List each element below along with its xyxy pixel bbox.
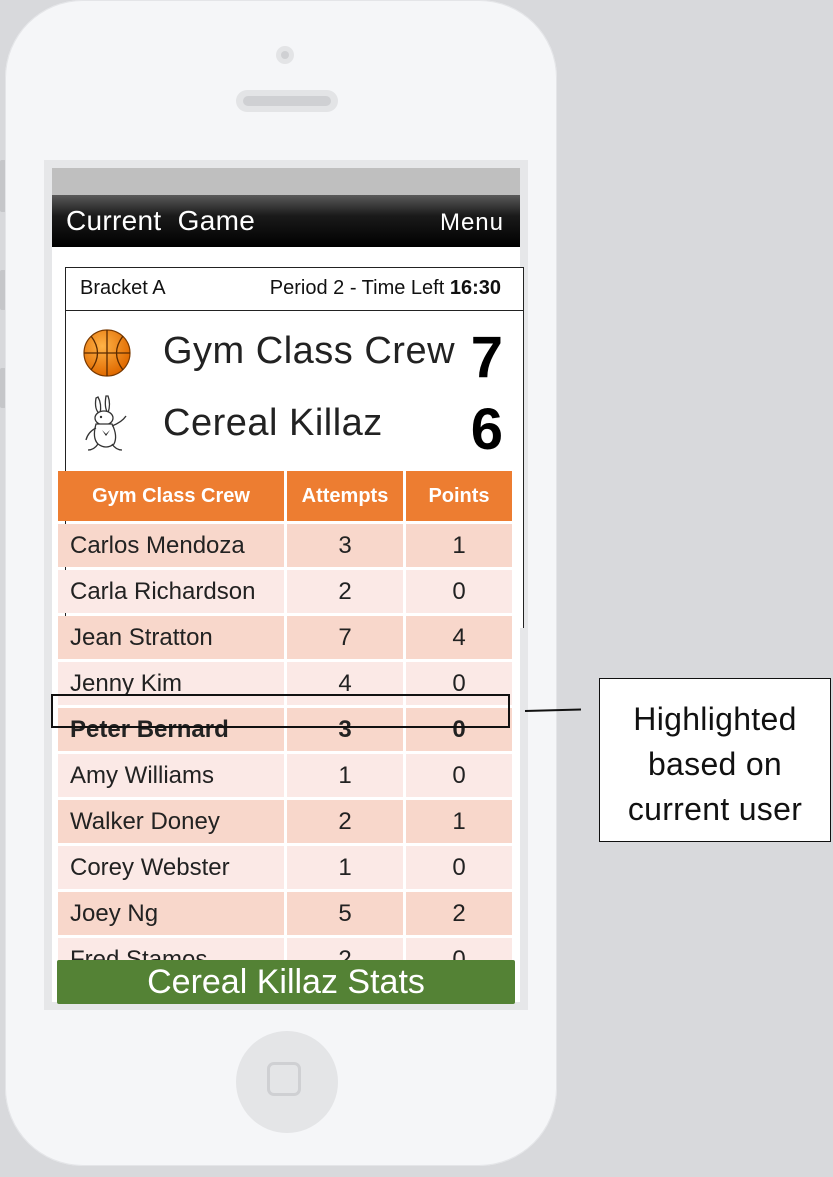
table-row[interactable]: Walker Doney 2 1	[58, 800, 512, 843]
home-team-score: 7	[470, 325, 503, 390]
points-value: 1	[406, 524, 512, 567]
team-row-away: Cereal Killaz 6	[66, 388, 523, 462]
table-row[interactable]: Joey Ng 5 2	[58, 892, 512, 935]
attempts-value: 1	[287, 754, 403, 797]
table-row-highlighted[interactable]: Peter Bernard 3 0	[58, 708, 512, 751]
home-square-icon	[267, 1062, 301, 1096]
time-left: 16:30	[449, 277, 501, 299]
status-bar	[52, 168, 520, 195]
callout-box: Highlighted based on current user	[599, 678, 831, 842]
attempts-value: 5	[287, 892, 403, 935]
menu-button[interactable]: Menu	[440, 209, 504, 237]
points-value: 0	[406, 846, 512, 889]
screen: Current Game Menu Bracket A Period 2 - T…	[44, 160, 528, 1010]
player-name: Joey Ng	[58, 892, 284, 935]
table-row[interactable]: Carlos Mendoza 3 1	[58, 524, 512, 567]
player-name: Peter Bernard	[58, 708, 284, 751]
attempts-value: 2	[287, 570, 403, 613]
attempts-value: 7	[287, 616, 403, 659]
game-info-bar: Bracket A Period 2 - Time Left 16:30	[66, 268, 523, 311]
player-name: Walker Doney	[58, 800, 284, 843]
table-row[interactable]: Amy Williams 1 0	[58, 754, 512, 797]
team-row-home: Gym Class Crew 7	[66, 316, 523, 390]
away-team-name: Cereal Killaz	[163, 402, 383, 444]
period-label: Period 2 - Time Left	[269, 277, 450, 299]
table-row[interactable]: Corey Webster 1 0	[58, 846, 512, 889]
attempts-value: 1	[287, 846, 403, 889]
table-row[interactable]: Jean Stratton 7 4	[58, 616, 512, 659]
away-team-score: 6	[470, 397, 503, 462]
speaker	[236, 90, 338, 112]
points-value: 0	[406, 662, 512, 705]
player-name: Jean Stratton	[58, 616, 284, 659]
column-header-attempts: Attempts	[287, 471, 403, 521]
column-header-points: Points	[406, 471, 512, 521]
table-row[interactable]: Carla Richardson 2 0	[58, 570, 512, 613]
player-name: Amy Williams	[58, 754, 284, 797]
camera	[276, 46, 294, 64]
column-header-team: Gym Class Crew	[58, 471, 284, 521]
attempts-value: 3	[287, 524, 403, 567]
player-name: Corey Webster	[58, 846, 284, 889]
player-name: Jenny Kim	[58, 662, 284, 705]
points-value: 1	[406, 800, 512, 843]
player-stats-table: Gym Class Crew Attempts Points Carlos Me…	[55, 468, 515, 984]
player-name: Carlos Mendoza	[58, 524, 284, 567]
points-value: 2	[406, 892, 512, 935]
attempts-value: 2	[287, 800, 403, 843]
attempts-value: 3	[287, 708, 403, 751]
period-time: Period 2 - Time Left 16:30	[270, 277, 501, 300]
page-title: Current Game	[66, 205, 256, 236]
player-name: Carla Richardson	[58, 570, 284, 613]
callout-line-2: based on	[647, 746, 783, 782]
bunny-icon	[85, 395, 127, 451]
basketball-icon	[83, 329, 131, 377]
bracket-label: Bracket A	[80, 277, 166, 299]
table-row[interactable]: Jenny Kim 4 0	[58, 662, 512, 705]
points-value: 0	[406, 754, 512, 797]
nav-bar: Current Game Menu	[52, 195, 520, 247]
points-value: 0	[406, 570, 512, 613]
points-value: 0	[406, 708, 512, 751]
attempts-value: 4	[287, 662, 403, 705]
points-value: 4	[406, 616, 512, 659]
callout-line-3: current user	[627, 791, 803, 827]
cereal-killaz-stats-button[interactable]: Cereal Killaz Stats	[57, 960, 515, 1004]
callout-line-1: Highlighted	[633, 701, 797, 737]
phone-frame: Current Game Menu Bracket A Period 2 - T…	[5, 0, 557, 1166]
home-team-name: Gym Class Crew	[163, 330, 456, 372]
